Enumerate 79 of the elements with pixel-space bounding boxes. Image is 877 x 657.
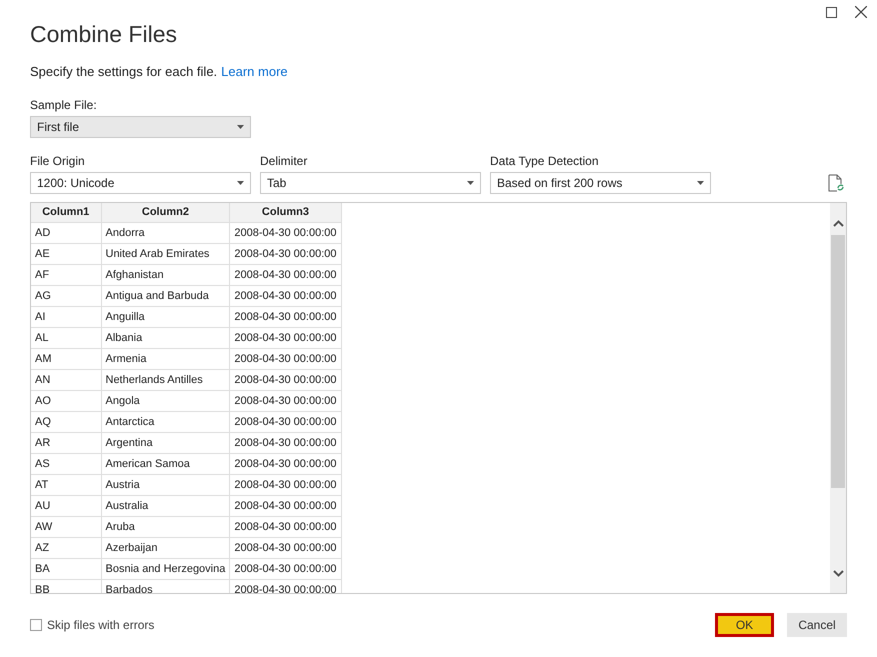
table-cell: 2008-04-30 00:00:00 [230,222,342,244]
table-cell: Armenia [101,348,230,370]
table-cell: AE [31,244,101,264]
table-cell: Australia [101,496,230,516]
table-cell: 2008-04-30 00:00:00 [230,412,342,432]
table-cell: Bosnia and Herzegovina [101,558,230,580]
table-cell: 2008-04-30 00:00:00 [230,538,342,558]
field-label: File Origin [30,152,85,170]
table-cell: AR [31,432,101,454]
column-header[interactable]: Column3 [230,202,342,222]
table-cell: 2008-04-30 00:00:00 [230,328,342,348]
table-cell: 2008-04-30 00:00:00 [230,370,342,390]
cancel-button[interactable]: Cancel [787,612,847,636]
table-cell: 2008-04-30 00:00:00 [230,558,342,580]
table-cell: AQ [31,412,101,432]
table-cell: American Samoa [101,454,230,474]
field-label: Data Type Detection [490,152,599,170]
dropdown[interactable]: 1200: Unicode [30,172,251,194]
caret-icon [237,124,244,128]
window-title: Combine Files [30,20,177,48]
table-cell: Andorra [101,222,230,244]
table-cell: 2008-04-30 00:00:00 [230,390,342,412]
table-cell: 2008-04-30 00:00:00 [230,306,342,328]
table-cell: BA [31,558,101,580]
table-cell: AW [31,516,101,538]
table-cell: AN [31,370,101,390]
scroll-down-icon[interactable] [832,570,844,576]
table-cell: AD [31,222,101,244]
close-icon[interactable] [855,6,867,18]
table-cell: Argentina [101,432,230,454]
scrollbar[interactable] [830,202,846,592]
table-cell: 2008-04-30 00:00:00 [230,348,342,370]
table-cell: AI [31,306,101,328]
scrollbar-thumb[interactable] [831,234,845,488]
field-label: Sample File: [30,96,97,114]
table-cell: AS [31,454,101,474]
checkbox[interactable] [30,618,42,630]
table-cell: Netherlands Antilles [101,370,230,390]
column-header[interactable]: Column2 [101,202,230,222]
table-cell: 2008-04-30 00:00:00 [230,516,342,538]
table-cell: AF [31,264,101,286]
table-cell: 2008-04-30 00:00:00 [230,264,342,286]
table-cell: 2008-04-30 00:00:00 [230,454,342,474]
field-label: Delimiter [260,152,308,170]
scroll-up-icon[interactable] [832,220,844,226]
table-cell: 2008-04-30 00:00:00 [230,244,342,264]
caret-icon [697,180,704,184]
table-cell: United Arab Emirates [101,244,230,264]
learn-more-link[interactable]: Learn more [221,62,288,82]
table-cell: Aruba [101,516,230,538]
table-cell: Albania [101,328,230,348]
ok-button[interactable]: OK [715,612,774,636]
description-text: Specify the settings for each file. [30,63,218,81]
table-cell: AO [31,390,101,412]
table-cell: 2008-04-30 00:00:00 [230,432,342,454]
dropdown[interactable]: Tab [260,172,481,194]
table-cell: Anguilla [101,306,230,328]
caret-icon [467,180,474,184]
table-cell: AM [31,348,101,370]
table-cell: AZ [31,538,101,558]
table-cell: 2008-04-30 00:00:00 [230,286,342,306]
table-cell: Antarctica [101,412,230,432]
caret-icon [237,180,244,184]
table-cell: AT [31,474,101,496]
table-cell: AU [31,496,101,516]
table-cell: Afghanistan [101,264,230,286]
table-cell: AG [31,286,101,306]
maximize-icon[interactable] [826,6,837,18]
checkbox-label: Skip files with errors [47,616,154,634]
dropdown[interactable]: Based on first 200 rows [490,172,711,194]
refresh-file-icon[interactable] [828,174,844,192]
column-header[interactable]: Column1 [31,202,101,222]
table-cell: Azerbaijan [101,538,230,558]
table-cell: Antigua and Barbuda [101,286,230,306]
table-cell: AL [31,328,101,348]
table-cell: Austria [101,474,230,496]
table-cell: Angola [101,390,230,412]
table-cell: 2008-04-30 00:00:00 [230,496,342,516]
table-cell: 2008-04-30 00:00:00 [230,474,342,496]
